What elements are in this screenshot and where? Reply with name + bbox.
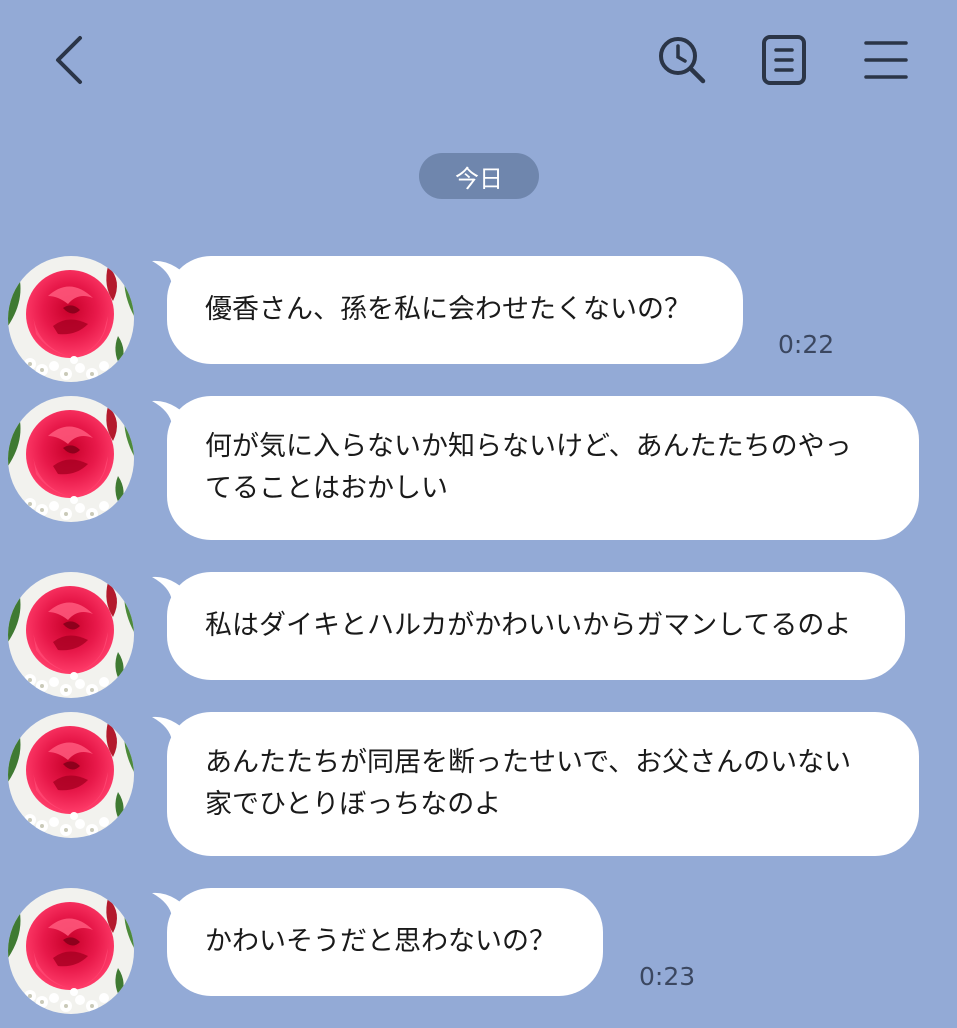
chat-message: かわいそうだと思わないの？ 0:23: [0, 888, 957, 1000]
search-history-button[interactable]: [650, 30, 714, 90]
message-timestamp: 0:23: [639, 962, 696, 991]
avatar[interactable]: [8, 888, 134, 1014]
message-bubble[interactable]: あんたたちが同居を断ったせいで、お父さんのいない 家でひとりぼっちなのよ: [167, 712, 919, 856]
chat-message: 私はダイキとハルカがかわいいからガマンしてるのよ: [0, 572, 957, 682]
avatar[interactable]: [8, 256, 134, 382]
notes-icon: [762, 35, 806, 85]
chat-message: 何が気に入らないか知らないけど、あんたたちのやっ てることはおかしい: [0, 396, 957, 542]
message-timestamp: 0:22: [778, 330, 835, 359]
avatar[interactable]: [8, 572, 134, 698]
clock-search-icon: [659, 37, 706, 84]
avatar[interactable]: [8, 396, 134, 522]
chat-header: [0, 0, 957, 120]
menu-button[interactable]: [854, 30, 918, 90]
date-separator: 今日: [419, 153, 539, 199]
back-button[interactable]: [40, 30, 100, 90]
avatar[interactable]: [8, 712, 134, 838]
chat-message: あんたたちが同居を断ったせいで、お父さんのいない 家でひとりぼっちなのよ: [0, 712, 957, 858]
message-bubble[interactable]: 優香さん、孫を私に会わせたくないの？: [167, 256, 743, 364]
message-bubble[interactable]: かわいそうだと思わないの？: [167, 888, 603, 996]
chat-message: 優香さん、孫を私に会わせたくないの？ 0:22: [0, 256, 957, 366]
message-bubble[interactable]: 私はダイキとハルカがかわいいからガマンしてるのよ: [167, 572, 905, 680]
message-bubble[interactable]: 何が気に入らないか知らないけど、あんたたちのやっ てることはおかしい: [167, 396, 919, 540]
chevron-left-icon: [56, 36, 82, 84]
hamburger-menu-icon: [864, 41, 908, 79]
notes-button[interactable]: [752, 30, 816, 90]
